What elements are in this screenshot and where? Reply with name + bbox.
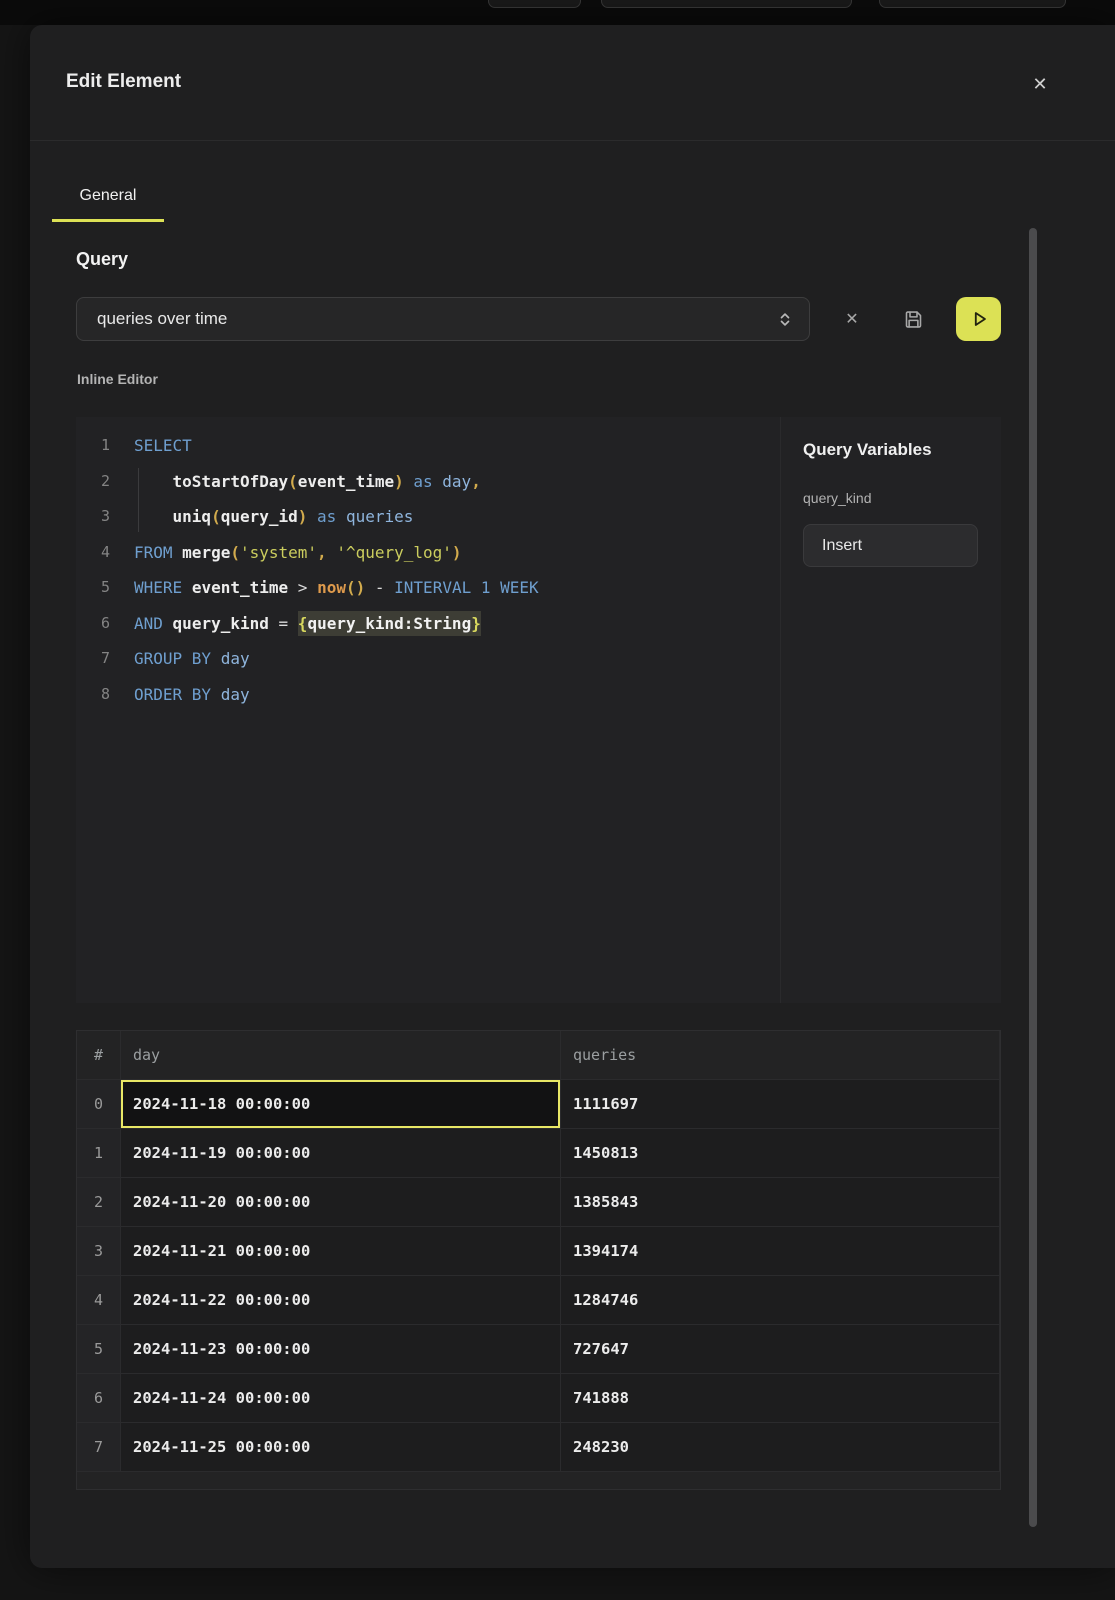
code-line: 4FROM merge('system', '^query_log') [76, 535, 780, 571]
code-line: 1SELECT [76, 428, 780, 464]
save-icon [903, 309, 924, 330]
row-index-cell[interactable]: 5 [77, 1325, 121, 1373]
column-header-index: # [77, 1031, 121, 1079]
row-index-cell[interactable]: 7 [77, 1423, 121, 1471]
code-line: 7GROUP BY day [76, 641, 780, 677]
variable-name-label: query_kind [803, 490, 872, 506]
table-row: 62024-11-24 00:00:00741888 [77, 1374, 1000, 1423]
queries-cell[interactable]: 1111697 [561, 1080, 1000, 1128]
table-row: 12024-11-19 00:00:001450813 [77, 1129, 1000, 1178]
results-table: # day queries 02024-11-18 00:00:00111169… [76, 1030, 1001, 1490]
table-body: 02024-11-18 00:00:00111169712024-11-19 0… [77, 1080, 1000, 1472]
inline-editor-label: Inline Editor [77, 371, 158, 387]
queries-cell[interactable]: 1385843 [561, 1178, 1000, 1226]
clear-query-button[interactable]: ✕ [837, 304, 867, 334]
row-index-cell[interactable]: 6 [77, 1374, 121, 1422]
queries-cell[interactable]: 741888 [561, 1374, 1000, 1422]
run-query-button[interactable] [956, 297, 1001, 341]
row-index-cell[interactable]: 0 [77, 1080, 121, 1128]
line-number: 8 [76, 677, 110, 713]
column-header-queries: queries [561, 1031, 1000, 1079]
row-index-cell[interactable]: 3 [77, 1227, 121, 1275]
table-row: 32024-11-21 00:00:001394174 [77, 1227, 1000, 1276]
topbar-button-fragment[interactable] [601, 0, 852, 8]
queries-cell[interactable]: 727647 [561, 1325, 1000, 1373]
query-variables-heading: Query Variables [803, 440, 932, 460]
line-number: 4 [76, 535, 110, 571]
day-cell[interactable]: 2024-11-24 00:00:00 [121, 1374, 561, 1422]
query-variables-panel: Query Variables query_kind Insert [781, 417, 1001, 1003]
queries-cell[interactable]: 1394174 [561, 1227, 1000, 1275]
day-cell[interactable]: 2024-11-23 00:00:00 [121, 1325, 561, 1373]
code-line: 2 toStartOfDay(event_time) as day, [76, 464, 780, 500]
code-line: 5WHERE event_time > now() - INTERVAL 1 W… [76, 570, 780, 606]
header-divider [30, 140, 1115, 141]
topbar [0, 0, 1115, 25]
queries-cell[interactable]: 1284746 [561, 1276, 1000, 1324]
play-icon [968, 308, 990, 330]
edit-element-modal: Edit Element ✕ General Query queries ove… [30, 25, 1115, 1568]
day-cell[interactable]: 2024-11-25 00:00:00 [121, 1423, 561, 1471]
table-row: 02024-11-18 00:00:001111697 [77, 1080, 1000, 1129]
table-row: 72024-11-25 00:00:00248230 [77, 1423, 1000, 1472]
row-index-cell[interactable]: 2 [77, 1178, 121, 1226]
line-number: 1 [76, 428, 110, 464]
topbar-button-fragment[interactable] [879, 0, 1066, 8]
line-number: 7 [76, 641, 110, 677]
modal-scrollbar[interactable] [1029, 228, 1037, 1527]
code-line: 3 uniq(query_id) as queries [76, 499, 780, 535]
line-number: 6 [76, 606, 110, 642]
insert-variable-button[interactable]: Insert [803, 524, 978, 567]
day-cell[interactable]: 2024-11-20 00:00:00 [121, 1178, 561, 1226]
save-query-button[interactable] [898, 304, 928, 334]
line-number: 5 [76, 570, 110, 606]
line-number: 2 [76, 464, 110, 500]
topbar-button-fragment[interactable] [488, 0, 581, 8]
inline-editor: 1SELECT2 toStartOfDay(event_time) as day… [76, 417, 1001, 1003]
table-header-row: # day queries [77, 1031, 1000, 1080]
line-number: 3 [76, 499, 110, 535]
query-select-value: queries over time [97, 309, 777, 329]
table-row: 42024-11-22 00:00:001284746 [77, 1276, 1000, 1325]
table-row: 52024-11-23 00:00:00727647 [77, 1325, 1000, 1374]
day-cell[interactable]: 2024-11-22 00:00:00 [121, 1276, 561, 1324]
select-updown-icon [777, 311, 793, 328]
query-heading: Query [76, 249, 128, 270]
column-header-day: day [121, 1031, 561, 1079]
tab-general[interactable]: General [52, 177, 164, 222]
day-cell[interactable]: 2024-11-21 00:00:00 [121, 1227, 561, 1275]
table-row: 22024-11-20 00:00:001385843 [77, 1178, 1000, 1227]
queries-cell[interactable]: 248230 [561, 1423, 1000, 1471]
row-index-cell[interactable]: 4 [77, 1276, 121, 1324]
code-line: 6AND query_kind = {query_kind:String} [76, 606, 780, 642]
day-cell[interactable]: 2024-11-19 00:00:00 [121, 1129, 561, 1177]
close-icon[interactable]: ✕ [1025, 69, 1055, 99]
sql-editor[interactable]: 1SELECT2 toStartOfDay(event_time) as day… [76, 417, 781, 1003]
modal-title: Edit Element [66, 71, 181, 93]
clear-icon: ✕ [845, 309, 858, 329]
code-line: 8ORDER BY day [76, 677, 780, 713]
day-cell[interactable]: 2024-11-18 00:00:00 [121, 1080, 561, 1128]
indent-guide [138, 468, 139, 532]
queries-cell[interactable]: 1450813 [561, 1129, 1000, 1177]
row-index-cell[interactable]: 1 [77, 1129, 121, 1177]
query-select[interactable]: queries over time [76, 297, 810, 341]
